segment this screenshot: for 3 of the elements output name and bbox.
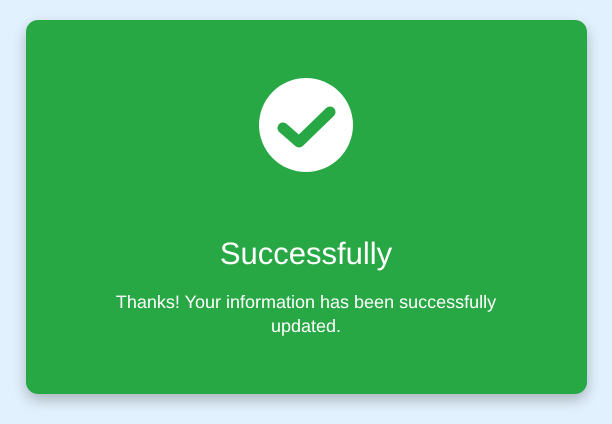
dialog-title: Successfully [220,235,392,273]
checkmark-icon [259,78,353,172]
dialog-message: Thanks! Your information has been successfully updated. [114,291,498,338]
